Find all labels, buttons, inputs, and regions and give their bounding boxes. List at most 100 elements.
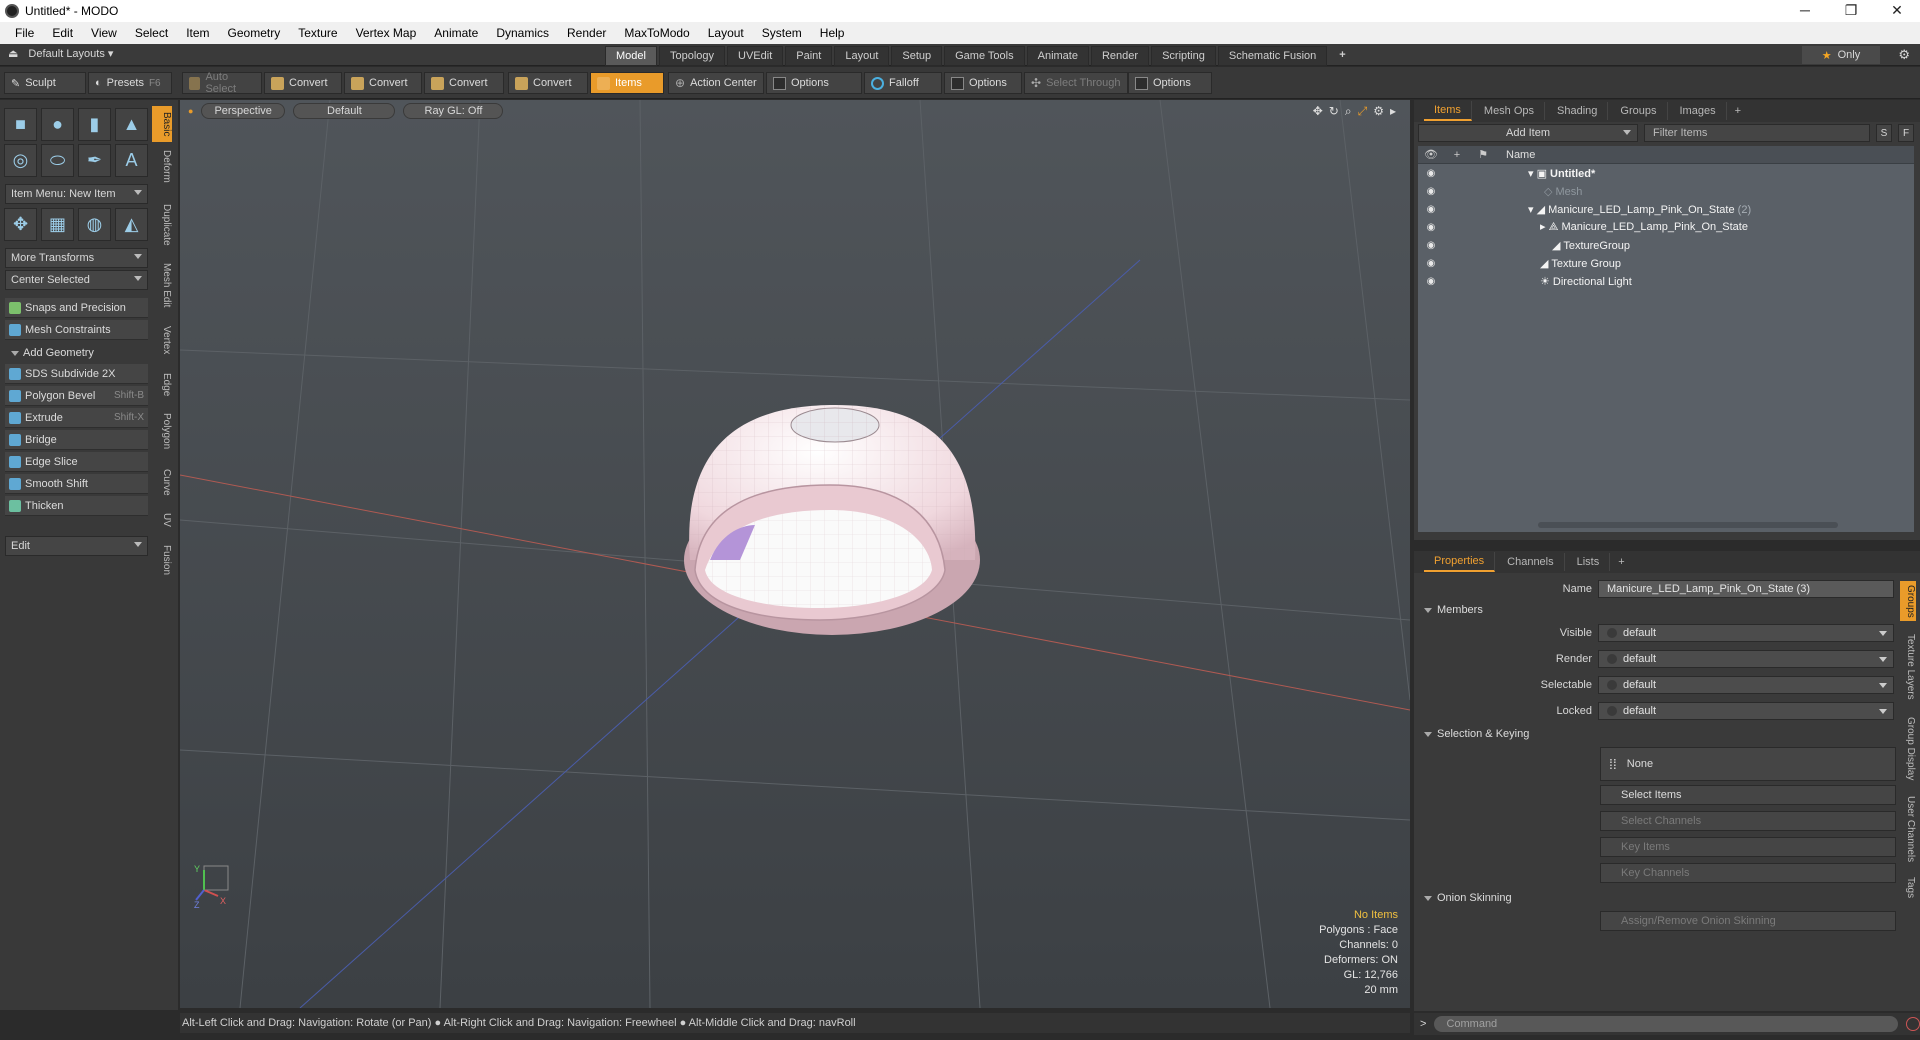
edit-dropdown[interactable]: Edit bbox=[5, 536, 148, 556]
menu-layout[interactable]: Layout bbox=[699, 26, 753, 40]
vtab-tags[interactable]: Tags bbox=[1900, 873, 1916, 903]
only-toggle[interactable]: ★ Only bbox=[1802, 46, 1880, 64]
vtab-edge[interactable]: Edge bbox=[152, 368, 172, 402]
thicken-button[interactable]: Thicken bbox=[5, 496, 148, 516]
tab-animate[interactable]: Animate bbox=[1026, 46, 1089, 66]
menu-vertex-map[interactable]: Vertex Map bbox=[347, 26, 426, 40]
onion-skinning-section[interactable]: Onion Skinning bbox=[1418, 889, 1512, 907]
convert-edges-button[interactable]: Convert bbox=[344, 72, 422, 94]
name-field[interactable]: Manicure_LED_Lamp_Pink_On_State (3) bbox=[1598, 580, 1894, 598]
options-button-3[interactable]: Options bbox=[1128, 72, 1212, 94]
tab-schematic-fusion[interactable]: Schematic Fusion bbox=[1217, 46, 1328, 66]
menu-edit[interactable]: Edit bbox=[43, 26, 82, 40]
torus-icon[interactable]: ◎ bbox=[4, 144, 37, 177]
add-item-button[interactable]: Add Item bbox=[1418, 124, 1638, 142]
tab-items[interactable]: Items bbox=[1424, 101, 1472, 121]
layout-stack-icon[interactable]: ⏏ bbox=[8, 47, 18, 60]
filter-items-input[interactable]: Filter Items bbox=[1644, 124, 1870, 142]
eye-icon[interactable]: ◉ bbox=[1418, 186, 1444, 197]
tab-mesh-ops[interactable]: Mesh Ops bbox=[1474, 102, 1546, 120]
visible-dropdown[interactable]: default bbox=[1598, 624, 1894, 642]
more-transforms-dropdown[interactable]: More Transforms bbox=[5, 248, 148, 268]
mesh-constraints-button[interactable]: Mesh Constraints bbox=[5, 320, 148, 340]
eye-icon[interactable]: ◉ bbox=[1418, 276, 1444, 287]
tree-row-mesh[interactable]: ◉ ◇ Mesh bbox=[1418, 182, 1914, 200]
menu-item[interactable]: Item bbox=[177, 26, 218, 40]
viewport-canvas[interactable]: Z Y X bbox=[180, 100, 1410, 1008]
pan-icon[interactable]: ✥ bbox=[1313, 104, 1323, 119]
menu-view[interactable]: View bbox=[82, 26, 126, 40]
convert-polygons-button[interactable]: Convert bbox=[424, 72, 504, 94]
bridge-button[interactable]: Bridge bbox=[5, 430, 148, 450]
zoom-icon[interactable]: ⌕ bbox=[1345, 104, 1352, 119]
edge-slice-button[interactable]: Edge Slice bbox=[5, 452, 148, 472]
key-items-button[interactable]: Key Items bbox=[1600, 837, 1896, 857]
presets-button[interactable]: ◐ Presets F6 bbox=[88, 72, 172, 94]
eye-icon[interactable]: ◉ bbox=[1418, 204, 1444, 215]
text-icon[interactable]: A bbox=[115, 144, 148, 177]
convert-materials-button[interactable]: Convert bbox=[508, 72, 588, 94]
members-section[interactable]: Members bbox=[1418, 601, 1483, 619]
viewport-settings-gear-icon[interactable]: ⚙ bbox=[1373, 104, 1384, 119]
tab-properties[interactable]: Properties bbox=[1424, 552, 1496, 572]
menu-dynamics[interactable]: Dynamics bbox=[487, 26, 558, 40]
name-column-header[interactable]: Name bbox=[1496, 149, 1535, 161]
lock-column-icon[interactable]: + bbox=[1444, 149, 1470, 161]
tree-row-untitled[interactable]: ◉ ▾ ▣ Untitled* bbox=[1418, 164, 1914, 182]
minimize-button[interactable]: ─ bbox=[1782, 0, 1828, 22]
rotate-icon[interactable]: ↻ bbox=[1329, 104, 1339, 119]
pen-icon[interactable]: ✒ bbox=[78, 144, 111, 177]
snaps-precision-button[interactable]: Snaps and Precision bbox=[5, 298, 148, 318]
options-button-2[interactable]: Options bbox=[944, 72, 1022, 94]
visibility-column-icon[interactable]: 👁 bbox=[1418, 148, 1444, 161]
raygl-toggle[interactable]: Ray GL: Off bbox=[403, 103, 504, 119]
action-center-button[interactable]: ⊕ Action Center bbox=[668, 72, 764, 94]
add-tab-button[interactable]: + bbox=[1329, 46, 1355, 66]
cone-icon[interactable]: ▲ bbox=[115, 108, 148, 141]
sculpt-button[interactable]: ✎ Sculpt bbox=[4, 72, 86, 94]
lamp-model[interactable] bbox=[684, 405, 980, 635]
view-type-dropdown[interactable]: Perspective bbox=[201, 103, 286, 119]
locked-dropdown[interactable]: default bbox=[1598, 702, 1894, 720]
command-input[interactable]: Command bbox=[1434, 1016, 1899, 1032]
tab-setup[interactable]: Setup bbox=[891, 46, 943, 66]
menu-render[interactable]: Render bbox=[558, 26, 615, 40]
selection-keying-section[interactable]: Selection & Keying bbox=[1418, 725, 1529, 743]
cylinder-icon[interactable]: ▮ bbox=[78, 108, 111, 141]
vtab-polygon[interactable]: Polygon bbox=[152, 408, 172, 454]
tab-layout[interactable]: Layout bbox=[834, 46, 890, 66]
grid-icon[interactable]: ▦ bbox=[41, 208, 74, 241]
select-through-button[interactable]: ✣ Select Through bbox=[1024, 72, 1128, 94]
add-panel-tab-button[interactable]: + bbox=[1612, 556, 1630, 568]
auto-select-button[interactable]: Auto Select bbox=[182, 71, 262, 95]
filter-f-button[interactable]: F bbox=[1898, 124, 1914, 142]
vtab-user-channels[interactable]: User Channels bbox=[1900, 792, 1916, 866]
items-mode-button[interactable]: Items bbox=[590, 72, 664, 94]
vtab-duplicate[interactable]: Duplicate bbox=[152, 198, 172, 252]
tree-row-texture-group[interactable]: ◉ ◢ Texture Group bbox=[1418, 254, 1914, 272]
sphere-icon[interactable]: ● bbox=[41, 108, 74, 141]
sds-subdivide-button[interactable]: SDS Subdivide 2X bbox=[5, 364, 148, 384]
tree-row-texturegroup[interactable]: ◉ ◢ TextureGroup bbox=[1418, 236, 1914, 254]
tab-shading[interactable]: Shading bbox=[1547, 102, 1609, 120]
menu-texture[interactable]: Texture bbox=[289, 26, 346, 40]
cube-icon[interactable]: ■ bbox=[4, 108, 37, 141]
options-button-1[interactable]: Options bbox=[766, 72, 862, 94]
tree-row-lamp-group[interactable]: ◉ ▾ ◢ Manicure_LED_Lamp_Pink_On_State (2… bbox=[1418, 200, 1914, 218]
viewport-arrow-icon[interactable]: ▸ bbox=[1390, 104, 1396, 119]
vtab-group-display[interactable]: Group Display bbox=[1900, 713, 1916, 785]
maximize-button[interactable]: ❐ bbox=[1828, 0, 1874, 22]
vtab-curve[interactable]: Curve bbox=[152, 462, 172, 502]
add-geometry-section[interactable]: Add Geometry bbox=[5, 344, 148, 362]
render-column-icon[interactable]: ⚑ bbox=[1470, 148, 1496, 161]
maximize-view-icon[interactable]: ⤢ bbox=[1358, 104, 1368, 119]
menu-animate[interactable]: Animate bbox=[425, 26, 487, 40]
eye-icon[interactable]: ◉ bbox=[1418, 168, 1444, 179]
tab-topology[interactable]: Topology bbox=[658, 46, 726, 66]
menu-geometry[interactable]: Geometry bbox=[219, 26, 290, 40]
eye-icon[interactable]: ◉ bbox=[1418, 240, 1444, 251]
eye-icon[interactable]: ◉ bbox=[1418, 222, 1444, 233]
rotate-globe-icon[interactable]: ◍ bbox=[78, 208, 111, 241]
tab-game-tools[interactable]: Game Tools bbox=[944, 46, 1025, 66]
select-items-button[interactable]: Select Items bbox=[1600, 785, 1896, 805]
